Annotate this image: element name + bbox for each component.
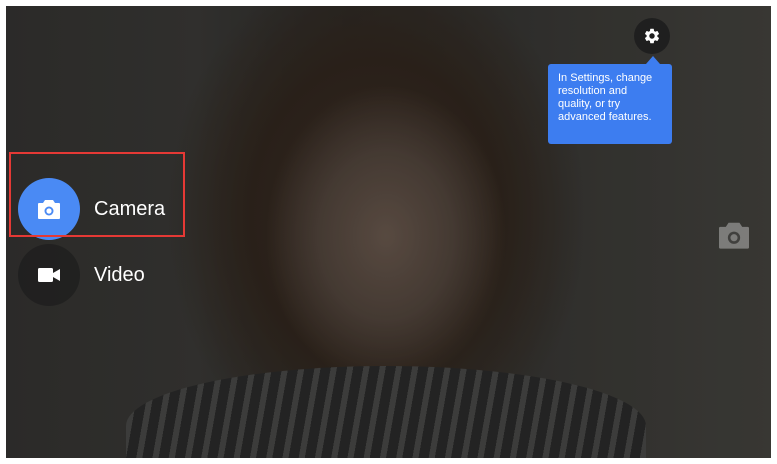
camera-viewfinder[interactable]: Camera Video In Settings, change resolut… xyxy=(6,6,771,458)
videocam-icon xyxy=(38,268,60,282)
settings-tooltip[interactable]: In Settings, change resolution and quali… xyxy=(548,64,672,144)
mode-video[interactable]: Video xyxy=(18,244,198,306)
tooltip-arrow xyxy=(646,56,660,64)
camera-mode-highlight-box xyxy=(9,152,185,237)
video-mode-button[interactable] xyxy=(18,244,80,306)
settings-button[interactable] xyxy=(634,18,670,54)
video-mode-label: Video xyxy=(94,263,145,286)
shutter-camera-icon[interactable] xyxy=(717,220,751,250)
gear-icon xyxy=(644,28,660,44)
